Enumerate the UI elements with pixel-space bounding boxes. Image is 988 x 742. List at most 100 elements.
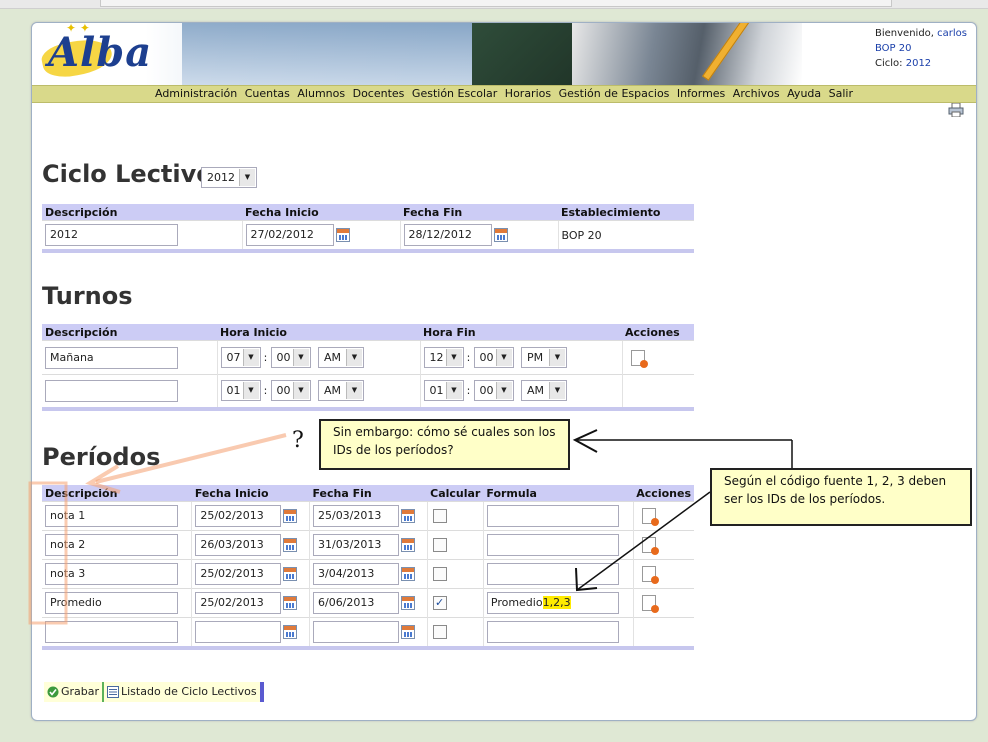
menu-horarios[interactable]: Horarios	[505, 87, 551, 100]
menu-administracion[interactable]: Administración	[155, 87, 237, 100]
turno-descripcion-input[interactable]: Mañana	[45, 346, 178, 369]
calendar-icon[interactable]	[493, 228, 508, 242]
periodo-fecha-fin-input[interactable]: 25/03/2013	[312, 505, 399, 527]
calcular-checkbox[interactable]	[432, 538, 447, 552]
periodo-fecha-inicio-input[interactable]: 26/03/2013	[195, 534, 282, 556]
calendar-icon[interactable]	[283, 596, 298, 610]
browser-tab	[100, 0, 892, 7]
periodo-fecha-fin-input[interactable]: 3/04/2013	[312, 563, 399, 585]
formula-input[interactable]	[486, 534, 619, 556]
calendar-icon[interactable]	[283, 567, 298, 581]
turno-descripcion-input[interactable]	[45, 379, 178, 402]
list-button[interactable]: Listado de Ciclo Lectivos	[104, 682, 264, 702]
periodo-descripcion-input[interactable]: nota 3	[45, 563, 178, 585]
colon: :	[263, 350, 268, 364]
cell	[621, 340, 694, 375]
hora-fin-minute-select[interactable]: 00 ▼	[473, 380, 514, 402]
calendar-icon[interactable]	[283, 538, 298, 552]
formula-input[interactable]	[486, 505, 619, 527]
calcular-checkbox[interactable]	[432, 625, 447, 639]
select-value: 00	[479, 351, 494, 364]
descripcion-input[interactable]: 2012	[45, 224, 178, 246]
menu-alumnos[interactable]: Alumnos	[297, 87, 345, 100]
hora-fin-ampm-select[interactable]: PM ▼	[521, 347, 567, 368]
periodo-fecha-fin-input[interactable]: 6/06/2013	[312, 592, 399, 614]
banner-sky	[182, 23, 482, 85]
calcular-checkbox[interactable]	[432, 509, 447, 523]
hora-fin-hour-select[interactable]: 01 ▼	[423, 380, 464, 402]
menu-informes[interactable]: Informes	[677, 87, 725, 100]
hora-inicio-hour-select[interactable]: 01 ▼	[220, 380, 261, 402]
calendar-icon[interactable]	[283, 625, 298, 639]
school-link[interactable]: BOP 20	[875, 41, 967, 56]
cycle-link[interactable]: 2012	[906, 58, 931, 69]
hora-inicio-minute-select[interactable]: 00 ▼	[270, 347, 311, 368]
menu-cuentas[interactable]: Cuentas	[245, 87, 290, 100]
calendar-icon[interactable]	[400, 567, 415, 581]
calendar-icon[interactable]	[283, 509, 298, 523]
formula-input[interactable]	[486, 563, 619, 585]
periodo-descripcion-input[interactable]: nota 1	[45, 505, 178, 527]
delete-icon[interactable]	[641, 566, 659, 584]
periodo-fecha-fin-input[interactable]: 31/03/2013	[312, 534, 399, 556]
periodo-fecha-fin-input[interactable]	[312, 621, 399, 643]
periodo-fecha-inicio-input[interactable]: 25/02/2013	[195, 592, 282, 614]
calendar-icon[interactable]	[400, 538, 415, 552]
save-button[interactable]: Grabar	[44, 682, 107, 702]
select-value: 12	[429, 351, 444, 364]
table-row: nota 1 25/02/2013 25/03/2013	[42, 501, 694, 531]
periodo-descripcion-input[interactable]: Promedio	[45, 592, 178, 614]
calendar-icon[interactable]	[335, 228, 350, 242]
ciclo-year-select[interactable]: 2012 ▼	[201, 167, 257, 188]
chevron-down-icon: ▼	[292, 382, 309, 400]
periodos-table: Descripción Fecha Inicio Fecha Fin Calcu…	[42, 485, 694, 650]
hora-inicio-ampm-select[interactable]: AM ▼	[318, 347, 364, 368]
cell	[308, 617, 428, 648]
periodo-fecha-inicio-input[interactable]: 25/02/2013	[195, 505, 282, 527]
fecha-inicio-input[interactable]: 27/02/2012	[245, 224, 334, 246]
hora-inicio-ampm-select[interactable]: AM ▼	[318, 380, 364, 402]
delete-icon[interactable]	[641, 595, 659, 613]
select-value: PM	[527, 351, 544, 364]
cell: Promedio	[42, 588, 192, 618]
cell: 07 ▼:00 ▼ AM ▼	[216, 340, 420, 375]
printer-icon[interactable]	[948, 103, 964, 117]
cell	[621, 374, 694, 409]
select-value: 01	[429, 384, 444, 398]
calendar-icon[interactable]	[400, 509, 415, 523]
periodo-fecha-inicio-input[interactable]	[195, 621, 282, 643]
menu-gestion-espacios[interactable]: Gestión de Espacios	[559, 87, 670, 100]
turnos-header-row: Descripción Hora Inicio Hora Fin Accione…	[42, 324, 694, 341]
hora-fin-minute-select[interactable]: 00 ▼	[473, 347, 514, 368]
chevron-down-icon: ▼	[242, 349, 259, 366]
calcular-checkbox[interactable]	[432, 567, 447, 581]
formula-input[interactable]: Promedio1,2,3	[486, 592, 619, 614]
menu-gestion-escolar[interactable]: Gestión Escolar	[412, 87, 497, 100]
hora-fin-hour-select[interactable]: 12 ▼	[423, 347, 464, 368]
calendar-icon[interactable]	[400, 596, 415, 610]
hora-inicio-hour-select[interactable]: 07 ▼	[220, 347, 261, 368]
fecha-fin-input[interactable]: 28/12/2012	[403, 224, 492, 246]
menu-salir[interactable]: Salir	[829, 87, 853, 100]
menu-ayuda[interactable]: Ayuda	[787, 87, 821, 100]
hora-inicio-minute-select[interactable]: 00 ▼	[270, 380, 311, 402]
delete-icon[interactable]	[630, 349, 648, 368]
cell: 25/02/2013	[191, 588, 310, 618]
periodo-descripcion-input[interactable]	[45, 621, 178, 643]
user-link[interactable]: carlos	[937, 28, 967, 39]
calendar-icon[interactable]	[400, 625, 415, 639]
menu-archivos[interactable]: Archivos	[733, 87, 780, 100]
calcular-checkbox[interactable]: ✓	[432, 596, 447, 610]
ciclo-header-row: Descripción Fecha Inicio Fecha Fin Estab…	[42, 204, 694, 221]
periodo-descripcion-input[interactable]: nota 2	[45, 534, 178, 556]
cell	[632, 588, 694, 618]
formula-input[interactable]	[486, 621, 619, 643]
cell: 31/03/2013	[308, 530, 428, 560]
periodo-fecha-inicio-input[interactable]: 25/02/2013	[195, 563, 282, 585]
delete-icon[interactable]	[641, 508, 659, 526]
logo[interactable]: ✦ ✦ Alba	[39, 23, 151, 82]
delete-icon[interactable]	[641, 537, 659, 555]
establecimiento-value: BOP 20	[557, 220, 694, 251]
menu-docentes[interactable]: Docentes	[353, 87, 405, 100]
hora-fin-ampm-select[interactable]: AM ▼	[521, 380, 567, 402]
